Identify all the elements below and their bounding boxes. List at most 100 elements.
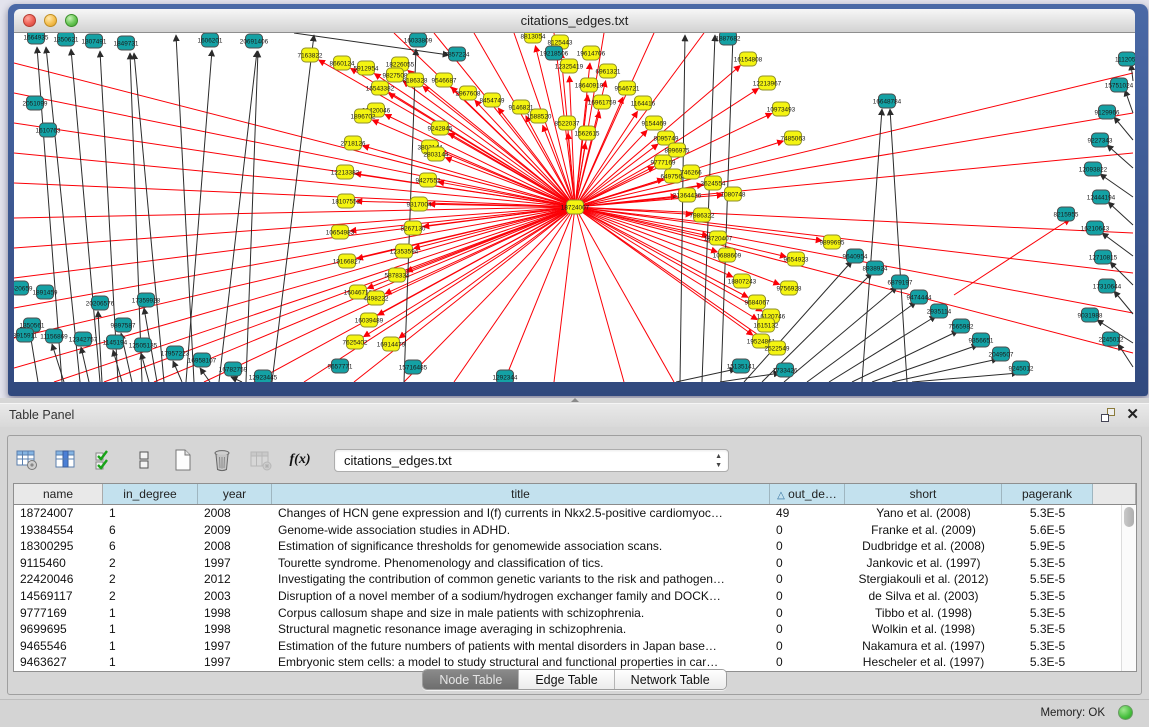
graph-node-label: 10973493	[767, 106, 796, 113]
cell-name: 9465546	[14, 638, 103, 655]
graph-node-label: 1733426	[773, 367, 798, 374]
graph-node-label: 16782759	[219, 366, 248, 373]
cell-year: 2008	[198, 538, 272, 555]
cell-out-de-: 49	[770, 505, 845, 522]
graph-node-label: 2718126	[341, 140, 366, 147]
graph-node-label: 16033809	[404, 37, 433, 44]
network-table-select[interactable]: citations_edges.txt ▲▼	[334, 449, 729, 472]
graph-node-label: 1562615	[575, 130, 600, 137]
select-columns-button[interactable]	[92, 447, 118, 473]
table-row[interactable]: 1830029562008Estimation of significance …	[14, 538, 1136, 555]
network-window-titlebar[interactable]: citations_edges.txt	[14, 9, 1135, 33]
cell-title: Estimation of significance thresholds fo…	[272, 538, 770, 555]
column-header-in-degree[interactable]: in_degree	[103, 484, 198, 504]
column-header-title[interactable]: title	[272, 484, 770, 504]
column-header-year[interactable]: year	[198, 484, 272, 504]
table-row[interactable]: 1872400712008Changes of HCN gene express…	[14, 505, 1136, 522]
cell-title: Investigating the contribution of common…	[272, 571, 770, 588]
network-window[interactable]: citations_edges.txt 71638228660124591295…	[8, 4, 1148, 396]
cell-in-degree: 6	[103, 538, 198, 555]
close-window-button[interactable]	[23, 14, 36, 27]
graph-node-label: 1112053	[1115, 56, 1135, 63]
node-table: namein_degreeyeartitle△ out_de…shortpage…	[13, 483, 1137, 672]
zoom-window-button[interactable]	[65, 14, 78, 27]
graph-node-label: 9242845	[428, 125, 453, 132]
table-row[interactable]: 1938455462009Genome-wide association stu…	[14, 522, 1136, 539]
graph-node-label: 9031988	[1078, 312, 1103, 319]
graph-node-label: 17359928	[132, 297, 161, 304]
column-header-out-de-[interactable]: △ out_de…	[770, 484, 845, 504]
minimize-window-button[interactable]	[44, 14, 57, 27]
graph-node-label: 8522037	[555, 120, 580, 127]
cell-in-degree: 6	[103, 522, 198, 539]
graph-node-label: 18107552	[332, 198, 361, 205]
graph-node-label: 1891459	[33, 289, 58, 296]
cell-short: Nakamura et al. (1997)	[845, 638, 1002, 655]
graph-node-label: 9897587	[111, 322, 136, 329]
table-row[interactable]: 977716911998Corpus callosum shape and si…	[14, 605, 1136, 622]
cell-out-de-: 0	[770, 538, 845, 555]
graph-node-label: 2051099	[23, 100, 48, 107]
cell-short: de Silva et al. (2003)	[845, 588, 1002, 605]
graph-node-label: 16154808	[734, 56, 763, 63]
tab-edge-table[interactable]: Edge Table	[519, 670, 614, 689]
graph-node-label: 1615132	[754, 322, 779, 329]
graph-node-label: 9154469	[642, 120, 667, 127]
graph-node-label: 9546687	[432, 77, 457, 84]
cell-short: Tibbo et al. (1998)	[845, 605, 1002, 622]
network-canvas[interactable]: 7163822866012459129541822605598275088186…	[14, 33, 1135, 382]
graph-node-label: 7986322	[690, 212, 715, 219]
cell-short: Stergiakouli et al. (2012)	[845, 571, 1002, 588]
cell-year: 1997	[198, 555, 272, 572]
column-header-pagerank[interactable]: pagerank	[1002, 484, 1093, 504]
scrollbar-thumb[interactable]	[1124, 507, 1134, 527]
graph-node-label: 1145194	[103, 339, 128, 346]
graph-node-label: 16648784	[873, 98, 902, 105]
graph-node-label: 9546721	[615, 85, 640, 92]
graph-node-label: 9777169	[651, 159, 676, 166]
graph-node-label: 1887682	[716, 35, 741, 42]
memory-status-label: Memory: OK	[1040, 707, 1105, 719]
graph-node-label: 9129966	[1095, 109, 1120, 116]
graph-node-label: 7485063	[781, 135, 806, 142]
graph-node-label: 9146821	[509, 104, 534, 111]
graph-node-label: 8095749	[654, 135, 679, 142]
column-header-name[interactable]: name	[14, 484, 103, 504]
graph-node-label: 1292344	[493, 374, 518, 381]
graph-node-label: 18226055	[386, 61, 415, 68]
tab-network-table[interactable]: Network Table	[615, 670, 726, 689]
memory-status-icon	[1118, 705, 1133, 720]
create-column-button[interactable]	[170, 447, 196, 473]
graph-node-label: 7565982	[949, 323, 974, 330]
close-panel-icon[interactable]: ✕	[1126, 407, 1139, 423]
table-settings-button[interactable]	[14, 447, 40, 473]
table-header-row: namein_degreeyeartitle△ out_de…shortpage…	[14, 484, 1136, 505]
table-row[interactable]: 1456911722003Disruption of a novel membe…	[14, 588, 1136, 605]
table-row[interactable]: 969969511998Structural magnetic resonanc…	[14, 621, 1136, 638]
table-row[interactable]: 2242004622012Investigating the contribut…	[14, 571, 1136, 588]
graph-node-label: 1664935	[24, 34, 49, 41]
graph-node-label: 17957223	[161, 350, 190, 357]
graph-node-label: 19614706	[577, 50, 606, 57]
tab-node-table[interactable]: Node Table	[423, 670, 519, 689]
function-builder-button[interactable]: f(x)	[287, 447, 313, 473]
graph-node-label: 9654923	[784, 256, 809, 263]
cell-short: Wolkin et al. (1998)	[845, 621, 1002, 638]
cell-in-degree: 1	[103, 621, 198, 638]
cell-pagerank: 5.3E-5	[1002, 605, 1093, 622]
graph-node-label: 9640954	[843, 253, 868, 260]
cell-in-degree: 1	[103, 638, 198, 655]
vertical-scrollbar[interactable]	[1121, 505, 1136, 672]
cell-pagerank: 5.3E-5	[1002, 505, 1093, 522]
table-row[interactable]: 911546021997Tourette syndrome. Phenomeno…	[14, 555, 1136, 572]
graph-node-label: 8938924	[863, 265, 888, 272]
table-row[interactable]: 946554611997Estimation of the future num…	[14, 638, 1136, 655]
float-panel-icon[interactable]	[1100, 407, 1116, 423]
column-header-short[interactable]: short	[845, 484, 1002, 504]
cell-pagerank: 5.5E-5	[1002, 571, 1093, 588]
graph-node-label: 8267130	[401, 225, 426, 232]
row-height-button[interactable]	[131, 447, 157, 473]
show-columns-button[interactable]	[53, 447, 79, 473]
delete-column-button[interactable]	[209, 447, 235, 473]
graph-node-label: 2522549	[765, 345, 790, 352]
